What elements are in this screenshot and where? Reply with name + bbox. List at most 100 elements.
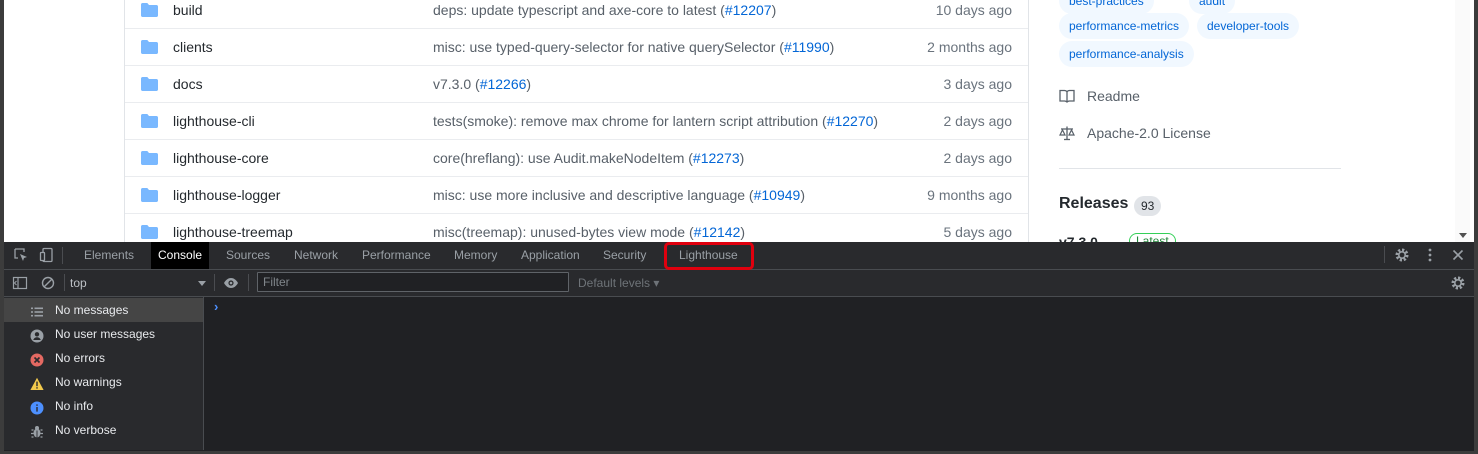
topic-tag[interactable]: performance-metrics <box>1059 13 1190 39</box>
settings-gear-icon[interactable] <box>1394 247 1410 263</box>
error-icon <box>30 351 44 367</box>
tab-performance[interactable]: Performance <box>355 242 438 269</box>
releases-count-badge: 93 <box>1134 196 1162 216</box>
tab-security[interactable]: Security <box>596 242 653 269</box>
commit-text: misc: use typed-query-selector for nativ… <box>433 39 784 55</box>
console-sidebar: No messages No user messages No errors No w… <box>4 297 204 450</box>
devtools-tab-bar: Elements Console Sources Network Performance… <box>0 242 1478 270</box>
file-row[interactable]: build deps: update typescript and axe-cor… <box>125 0 1028 28</box>
console-filter-no-info[interactable]: No info <box>4 394 203 418</box>
commit-message[interactable]: deps: update typescript and axe-core to … <box>433 2 776 18</box>
file-name-link[interactable]: lighthouse-core <box>173 150 269 166</box>
topic-tag[interactable]: best-practices <box>1059 0 1154 14</box>
scale-icon <box>1059 126 1075 141</box>
inspect-element-icon[interactable] <box>13 247 29 263</box>
commit-message[interactable]: misc: use more inclusive and descriptive… <box>433 187 805 203</box>
eye-icon[interactable] <box>223 275 239 291</box>
pull-request-link[interactable]: #12273 <box>693 150 740 166</box>
bug-icon <box>30 423 44 438</box>
book-icon <box>1059 89 1075 103</box>
file-name-link[interactable]: docs <box>173 76 203 92</box>
commit-message[interactable]: tests(smoke): remove max chrome for lant… <box>433 113 878 129</box>
commit-text-end: ) <box>740 224 746 240</box>
tab-console[interactable]: Console <box>151 242 210 269</box>
device-toolbar-icon[interactable] <box>39 247 55 263</box>
window-border <box>0 0 4 242</box>
file-row[interactable]: clients misc: use typed-query-selector fo… <box>125 28 1028 65</box>
file-name-link[interactable]: lighthouse-treemap <box>173 224 293 240</box>
commit-message[interactable]: misc(treemap): unused-bytes view mode (#… <box>433 224 745 240</box>
lighthouse-tab-highlight <box>664 242 754 270</box>
console-body: No messages No user messages No errors No w… <box>0 297 1478 454</box>
separator <box>248 274 249 291</box>
page-scrollbar[interactable] <box>1455 0 1470 242</box>
filter-input[interactable] <box>257 272 569 292</box>
console-filter-no-warnings[interactable]: No warnings <box>4 370 203 394</box>
pull-request-link[interactable]: #11990 <box>784 39 830 55</box>
separator <box>64 274 65 291</box>
commit-text: misc(treemap): unused-bytes view mode ( <box>433 224 694 240</box>
commit-age: 9 months ago <box>927 187 1012 203</box>
pull-request-link[interactable]: #12266 <box>480 76 527 92</box>
release-version[interactable]: v7.3.0 <box>1059 234 1098 242</box>
license-link[interactable]: Apache-2.0 License <box>1059 123 1279 143</box>
commit-message[interactable]: v7.3.0 (#12266) <box>433 76 531 92</box>
file-row[interactable]: lighthouse-logger misc: use more inclusiv… <box>125 176 1028 213</box>
more-options-icon[interactable] <box>1422 247 1438 263</box>
console-filter-label: No messages <box>55 303 129 317</box>
context-value: top <box>70 276 87 290</box>
scroll-down-arrow-icon[interactable] <box>1459 233 1467 238</box>
separator <box>1384 246 1385 263</box>
clear-console-icon[interactable] <box>40 275 56 291</box>
console-filter-no-user-messages[interactable]: No user messages <box>4 322 203 346</box>
commit-message[interactable]: core(hreflang): use Audit.makeNodeItem (… <box>433 150 744 166</box>
file-row[interactable]: lighthouse-cli tests(smoke): remove max c… <box>125 102 1028 139</box>
console-filter-no-messages[interactable]: No messages <box>4 298 203 322</box>
topic-tag[interactable]: developer-tools <box>1197 13 1300 39</box>
commit-age: 2 days ago <box>943 150 1013 166</box>
console-filter-label: No info <box>55 399 94 413</box>
console-output[interactable]: › <box>205 297 1478 452</box>
topic-tag[interactable]: audit <box>1189 0 1236 14</box>
commit-age: 2 days ago <box>943 113 1013 129</box>
close-icon[interactable] <box>1450 247 1466 263</box>
context-selector[interactable]: top <box>70 274 206 292</box>
tab-elements[interactable]: Elements <box>77 242 141 269</box>
file-name-link[interactable]: lighthouse-logger <box>173 187 280 203</box>
commit-text-end: ) <box>829 39 835 55</box>
log-levels-dropdown[interactable]: Default levels ▾ <box>578 274 659 292</box>
pull-request-link[interactable]: #12142 <box>694 224 741 240</box>
file-name-link[interactable]: clients <box>173 39 213 55</box>
file-row[interactable]: docs v7.3.0 (#12266) 3 days ago <box>125 65 1028 102</box>
pull-request-link[interactable]: #10949 <box>754 187 801 203</box>
commit-text: misc: use more inclusive and descriptive… <box>433 187 754 203</box>
console-settings-gear-icon[interactable] <box>1450 275 1466 291</box>
sidebar-toggle-icon[interactable] <box>12 275 28 291</box>
commit-text-end: ) <box>771 2 777 18</box>
list-icon <box>30 303 44 317</box>
pull-request-link[interactable]: #12207 <box>725 2 772 18</box>
releases-title[interactable]: Releases <box>1059 195 1128 213</box>
console-filter-no-errors[interactable]: No errors <box>4 346 203 370</box>
tab-application[interactable]: Application <box>514 242 587 269</box>
tab-network[interactable]: Network <box>287 242 345 269</box>
console-filter-no-verbose[interactable]: No verbose <box>4 418 203 442</box>
file-name-link[interactable]: build <box>173 2 203 18</box>
tab-memory[interactable]: Memory <box>447 242 504 269</box>
console-filter-label: No errors <box>55 351 106 365</box>
console-prompt-icon[interactable]: › <box>214 299 218 314</box>
commit-text: v7.3.0 ( <box>433 76 480 92</box>
tab-sources[interactable]: Sources <box>219 242 277 269</box>
console-filter-label: No verbose <box>55 423 117 437</box>
file-row[interactable]: lighthouse-core core(hreflang): use Audit… <box>125 139 1028 176</box>
console-filter-label: No warnings <box>55 375 122 389</box>
folder-icon <box>141 3 158 17</box>
readme-link[interactable]: Readme <box>1059 86 1259 106</box>
commit-age: 10 days ago <box>935 2 1012 18</box>
pull-request-link[interactable]: #12270 <box>827 113 874 129</box>
topic-tag[interactable]: performance-analysis <box>1059 41 1194 67</box>
commit-message[interactable]: misc: use typed-query-selector for nativ… <box>433 39 834 55</box>
file-row[interactable]: lighthouse-treemap misc(treemap): unused-… <box>125 213 1028 242</box>
file-name-link[interactable]: lighthouse-cli <box>173 113 255 129</box>
console-toolbar: top Default levels ▾ <box>0 270 1478 297</box>
